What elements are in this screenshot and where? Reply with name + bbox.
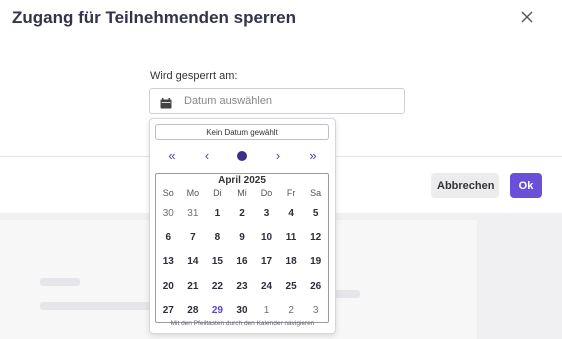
calendar-grid: April 2025 So Mo Di Mi Do Fr Sa 30 31 1 2 3 4 5 6 7 8 9 1… (155, 173, 329, 323)
prev-year-icon[interactable]: « (164, 149, 180, 163)
calendar-week-row: 20 21 22 23 24 25 26 (156, 274, 328, 298)
calendar-day[interactable]: 23 (230, 281, 255, 292)
weekday-label: Do (260, 188, 273, 198)
calendar-day[interactable]: 10 (254, 232, 279, 243)
calendar-day[interactable]: 16 (230, 256, 255, 267)
calendar-day[interactable]: 3 (303, 305, 328, 316)
calendar-day[interactable]: 17 (254, 256, 279, 267)
calendar-day[interactable]: 21 (181, 281, 206, 292)
calendar-day[interactable]: 5 (303, 208, 328, 219)
calendar-day[interactable]: 6 (156, 232, 181, 243)
calendar-weeks: 30 31 1 2 3 4 5 6 7 8 9 10 11 12 13 14 15 16 17 18 19 20 21 22 2… (156, 201, 328, 322)
datepicker-popup: Kein Datum gewählt « ‹ › » April 2025 So… (149, 118, 336, 334)
calendar-day[interactable]: 19 (303, 256, 328, 267)
calendar-day[interactable]: 8 (205, 232, 230, 243)
no-date-button[interactable]: Kein Datum gewählt (155, 124, 329, 140)
calendar-day[interactable]: 25 (279, 281, 304, 292)
calendar-day[interactable]: 9 (230, 232, 255, 243)
calendar-icon (160, 96, 172, 109)
calendar-day[interactable]: 28 (181, 305, 206, 316)
date-field-label: Wird gesperrt am: (150, 70, 238, 82)
calendar-day[interactable]: 20 (156, 281, 181, 292)
calendar-day[interactable]: 7 (181, 232, 206, 243)
calendar-day[interactable]: 18 (279, 256, 304, 267)
date-placeholder: Datum auswählen (184, 95, 273, 107)
calendar-week-row: 30 31 1 2 3 4 5 (156, 201, 328, 225)
calendar-week-row: 27 28 29 30 1 2 3 (156, 298, 328, 322)
calendar-day[interactable]: 22 (205, 281, 230, 292)
calendar-day[interactable]: 3 (254, 208, 279, 219)
prev-month-icon[interactable]: ‹ (199, 149, 215, 163)
month-label: April 2025 (218, 175, 266, 186)
calendar-day[interactable]: 14 (181, 256, 206, 267)
today-dot-icon[interactable] (237, 151, 247, 161)
keyboard-hint: Mit den Pfeiltasten durch den Kalender n… (170, 320, 315, 327)
ok-button[interactable]: Ok (510, 173, 542, 198)
weekday-label: So (162, 188, 174, 198)
calendar-day-today[interactable]: 29 (205, 305, 230, 316)
background-text (40, 278, 80, 286)
weekday-label: Fr (286, 188, 296, 198)
calendar-day[interactable]: 11 (279, 232, 304, 243)
calendar-day[interactable]: 2 (230, 208, 255, 219)
calendar-day[interactable]: 30 (230, 305, 255, 316)
calendar-day[interactable]: 12 (303, 232, 328, 243)
cancel-button[interactable]: Abbrechen (431, 173, 499, 198)
weekday-header: So Mo Di Mi Do Fr Sa (156, 188, 328, 198)
next-month-icon[interactable]: › (270, 149, 286, 163)
calendar-day[interactable]: 2 (279, 305, 304, 316)
calendar-day[interactable]: 27 (156, 305, 181, 316)
calendar-day[interactable]: 4 (279, 208, 304, 219)
next-year-icon[interactable]: » (305, 149, 321, 163)
calendar-week-row: 6 7 8 9 10 11 12 (156, 225, 328, 249)
modal-dialog: Zugang für Teilnehmenden sperren Wird ge… (0, 0, 562, 339)
dialog-title: Zugang für Teilnehmenden sperren (12, 8, 296, 27)
date-input[interactable]: Datum auswählen (149, 88, 405, 114)
weekday-label: Sa (310, 188, 322, 198)
calendar-day[interactable]: 15 (205, 256, 230, 267)
calendar-day[interactable]: 24 (254, 281, 279, 292)
close-icon[interactable] (516, 6, 538, 28)
calendar-day[interactable]: 1 (205, 208, 230, 219)
calendar-day[interactable]: 1 (254, 305, 279, 316)
weekday-label: Mo (186, 188, 200, 198)
calendar-day[interactable]: 30 (156, 208, 181, 219)
calendar-day[interactable]: 26 (303, 281, 328, 292)
calendar-day[interactable]: 31 (181, 208, 206, 219)
calendar-week-row: 13 14 15 16 17 18 19 (156, 250, 328, 274)
calendar-day[interactable]: 13 (156, 256, 181, 267)
weekday-label: Di (213, 188, 222, 198)
weekday-label: Mi (237, 188, 247, 198)
